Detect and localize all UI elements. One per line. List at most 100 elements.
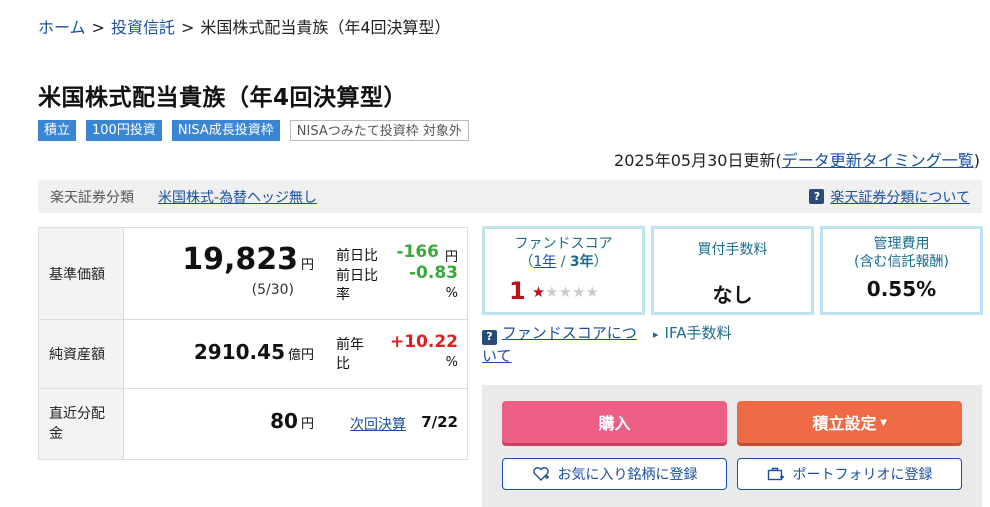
breadcrumb-separator: > <box>91 18 105 37</box>
category-bar: 楽天証券分類 米国株式-為替ヘッジ無し ? 楽天証券分類について <box>38 180 982 213</box>
category-help-link[interactable]: 楽天証券分類について <box>830 187 970 207</box>
fund-score-period: （1年 / 3年） <box>485 253 642 271</box>
next-settlement-cell: 次回決算 7/22 <box>324 389 467 459</box>
price-table: 基準価額 19,823 円 (5/30) 前日比 -166 円 前日比 率 -0… <box>38 227 468 460</box>
ifa-fee-link[interactable]: IFA手数料 <box>665 324 732 342</box>
star-icon: ★ <box>585 282 599 301</box>
add-portfolio-label: ポートフォリオに登録 <box>792 466 933 482</box>
help-icon[interactable]: ? <box>482 329 497 345</box>
category-label: 楽天証券分類 <box>50 189 134 206</box>
paren: ） <box>593 254 608 270</box>
buy-button[interactable]: 購入 <box>502 401 727 443</box>
breadcrumb-separator: > <box>180 18 195 37</box>
breadcrumb-home-link[interactable]: ホーム <box>38 18 86 37</box>
change-value: -166 <box>396 242 439 262</box>
yoy-label: 前年 <box>336 337 364 353</box>
management-fee-value: 0.55% <box>866 277 937 301</box>
assets-change-cell: 前年 比 +10.22 % <box>324 320 467 388</box>
breadcrumb-current: 米国株式配当貴族（年4回決算型） <box>200 18 451 37</box>
page-title: 米国株式配当貴族（年4回決算型） <box>38 85 408 111</box>
star-icon: ★ <box>545 282 559 301</box>
ratio-unit: % <box>445 286 458 301</box>
assets-unit: 億円 <box>287 348 314 363</box>
star-icon: ★ <box>558 282 573 301</box>
management-fee-subtitle: (含む信託報酬) <box>854 254 949 270</box>
fund-score-value: 1 <box>509 277 526 305</box>
updated-date: 2025年05月30日更新 <box>614 151 776 170</box>
nav-label: 基準価額 <box>39 228 124 319</box>
period-3y: 3年 <box>569 254 594 270</box>
nav-row: 基準価額 19,823 円 (5/30) 前日比 -166 円 前日比 率 -0… <box>39 228 467 320</box>
arrow-right-icon: ▸ <box>653 328 659 341</box>
assets-value: 2910.45 <box>193 340 285 364</box>
nav-value-cell: 19,823 円 (5/30) <box>124 228 324 319</box>
paren: （ <box>519 254 534 270</box>
dividend-unit: 円 <box>300 417 314 432</box>
nav-change-cell: 前日比 -166 円 前日比 率 -0.83 % <box>324 228 467 319</box>
category-help: ? 楽天証券分類について <box>809 187 970 207</box>
nav-unit: 円 <box>300 258 314 273</box>
star-rating: ★★★★★ <box>532 282 599 301</box>
score-help-link[interactable]: ファンドスコアにつ <box>502 324 637 342</box>
tag-nisa-tsumitate: NISAつみたて投資枠 対象外 <box>289 120 469 141</box>
ratio-label-2: 率 <box>336 287 350 303</box>
ifa-fee: ▸ IFA手数料 <box>653 322 731 367</box>
management-fee-box: 管理費用 (含む信託報酬) 0.55% <box>820 226 983 315</box>
dividend-value: 80 <box>270 409 298 433</box>
breadcrumb: ホーム > 投資信託 > 米国株式配当貴族（年4回決算型） <box>38 14 451 38</box>
dividend-value-cell: 80 円 <box>124 389 324 459</box>
buy-button-label: 購入 <box>598 416 631 433</box>
star-icon: ★ <box>531 282 546 301</box>
yoy-unit: % <box>445 355 458 370</box>
dividend-label-line2: 金 <box>49 426 63 442</box>
action-panel: 購入 積立設定 ▾ お気に入り銘柄に登録 ポートフォリオに登録 <box>482 385 982 507</box>
period-1y-link[interactable]: 1年 <box>533 254 556 270</box>
score-links: ? ファンドスコアにつ いて ▸ IFA手数料 <box>482 322 731 367</box>
score-help: ? ファンドスコアにつ いて <box>482 322 647 367</box>
yoy-label-2: 比 <box>336 356 350 372</box>
breadcrumb-funds-link[interactable]: 投資信託 <box>111 18 175 37</box>
tsumitate-button-label: 積立設定 <box>812 416 877 433</box>
assets-label: 純資産額 <box>39 320 124 388</box>
heart-plus-icon <box>532 467 549 481</box>
update-timing-link[interactable]: データ更新タイミング一覧 <box>782 151 974 170</box>
tsumitate-setting-button[interactable]: 積立設定 ▾ <box>737 401 962 443</box>
assets-value-cell: 2910.45 億円 <box>124 320 324 388</box>
change-label: 前日比 <box>336 248 378 264</box>
tag-100yen: 100円投資 <box>86 120 162 141</box>
slash: / <box>556 254 570 270</box>
fund-score-title: ファンドスコア <box>514 236 613 252</box>
star-icon: ★ <box>572 282 586 301</box>
dividend-row: 直近分配 金 80 円 次回決算 7/22 <box>39 389 467 459</box>
paren: ) <box>973 151 980 170</box>
purchase-fee-box: 買付手数料 なし <box>651 226 814 315</box>
ratio-label: 前日比 <box>336 268 378 284</box>
dividend-label-line1: 直近分配 <box>49 406 105 422</box>
help-icon[interactable]: ? <box>809 189 825 204</box>
briefcase-plus-icon <box>767 467 784 481</box>
next-settlement-date: 7/22 <box>421 413 458 431</box>
ratio-value: -0.83 <box>409 263 458 283</box>
purchase-fee-title: 買付手数料 <box>697 242 768 258</box>
add-favorite-label: お気に入り銘柄に登録 <box>557 466 698 482</box>
management-fee-title: 管理費用 <box>873 236 930 252</box>
nav-date: (5/30) <box>251 282 294 298</box>
add-portfolio-button[interactable]: ポートフォリオに登録 <box>737 458 962 490</box>
yoy-value: +10.22 <box>389 332 458 352</box>
score-help-link-cont[interactable]: いて <box>482 347 512 365</box>
fund-tags: 積立 100円投資 NISA成長投資枠 NISAつみたて投資枠 対象外 <box>38 120 469 141</box>
nav-value: 19,823 <box>182 242 298 277</box>
dividend-label: 直近分配 金 <box>39 389 124 459</box>
updated-info: 2025年05月30日更新(データ更新タイミング一覧) <box>614 147 980 171</box>
next-settlement-link[interactable]: 次回決算 <box>350 414 406 434</box>
score-boxes: ファンドスコア （1年 / 3年） 1 ★★★★★ 買付手数料 なし 管理費用 … <box>482 226 983 315</box>
add-favorite-button[interactable]: お気に入り銘柄に登録 <box>502 458 727 490</box>
dropdown-arrow-icon: ▾ <box>880 415 887 429</box>
assets-row: 純資産額 2910.45 億円 前年 比 +10.22 % <box>39 320 467 389</box>
category-value-link[interactable]: 米国株式-為替ヘッジ無し <box>158 187 317 207</box>
fund-score-rating: 1 ★★★★★ <box>485 277 642 305</box>
purchase-fee-value: なし <box>712 283 753 307</box>
fund-score-box: ファンドスコア （1年 / 3年） 1 ★★★★★ <box>482 226 645 315</box>
tag-nisa-growth: NISA成長投資枠 <box>171 120 280 141</box>
tag-tsumitate: 積立 <box>38 120 77 141</box>
